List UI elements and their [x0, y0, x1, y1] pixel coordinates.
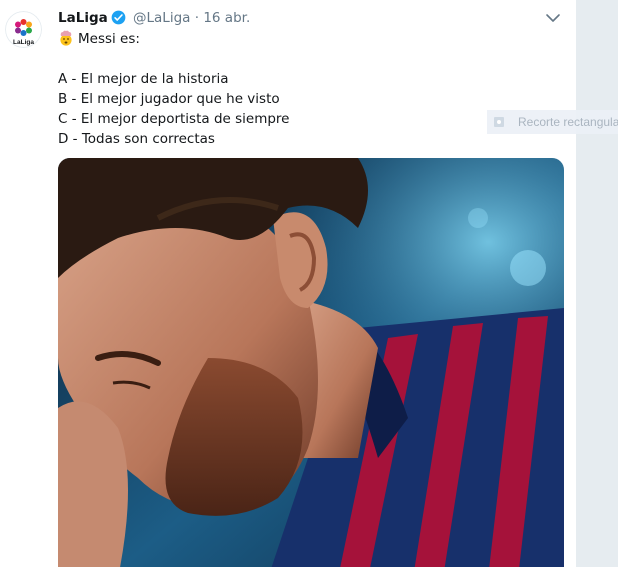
avatar-wordmark: LaLiga	[13, 39, 34, 46]
tweet-intro-line: Messi es:	[58, 29, 289, 49]
screen-capture-icon	[494, 117, 504, 127]
verified-badge-icon	[111, 10, 126, 25]
screen-capture-pill[interactable]: Recorte rectangular	[487, 110, 618, 134]
avatar[interactable]: LaLiga	[5, 11, 42, 48]
tweet-photo[interactable]	[58, 158, 564, 567]
exploding-head-emoji-icon	[60, 30, 72, 46]
handle[interactable]: @LaLiga	[133, 10, 190, 26]
laliga-logo-icon: LaLiga	[5, 11, 42, 48]
option-c: C - El mejor deportista de siempre	[58, 111, 290, 127]
tweet-card[interactable]: LaLiga LaLiga @LaLiga · 16 abr. Messi es…	[0, 0, 576, 567]
option-a: A - El mejor de la historia	[58, 71, 229, 87]
tweet-text: Messi es: A - El mejor de la historia B …	[58, 29, 289, 149]
chevron-down-icon[interactable]	[545, 12, 561, 24]
tweet-date-link[interactable]: 16 abr.	[203, 10, 250, 26]
display-name[interactable]: LaLiga	[58, 10, 108, 26]
player-photo	[58, 158, 564, 567]
capture-label: Recorte rectangular	[518, 115, 618, 129]
tweet-header: LaLiga @LaLiga · 16 abr.	[58, 9, 250, 27]
option-b: B - El mejor jugador que he visto	[58, 91, 280, 107]
tweet-intro: Messi es:	[78, 31, 140, 47]
separator-dot: ·	[194, 10, 200, 26]
option-d: D - Todas son correctas	[58, 131, 215, 147]
